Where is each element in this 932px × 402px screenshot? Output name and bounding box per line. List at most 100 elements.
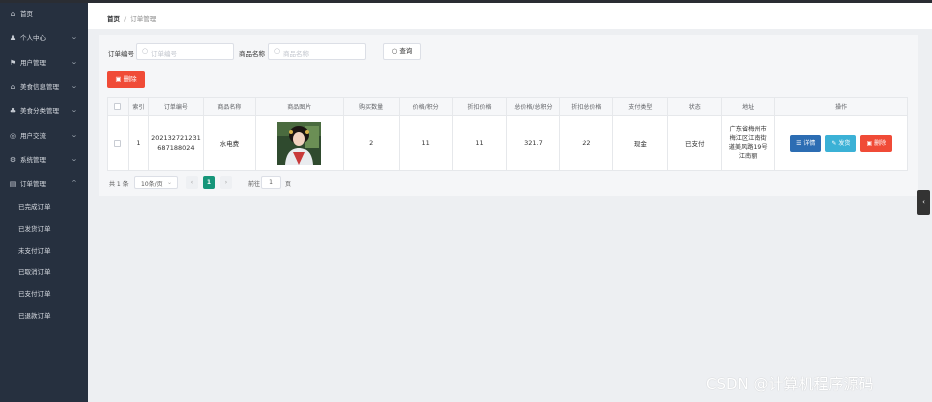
sidebar-item-user-exchange[interactable]: ◎ 用户交流 ⌄	[0, 125, 88, 147]
order-icon: ▤	[9, 180, 17, 188]
order-no-input[interactable]: ○ 订单编号	[136, 43, 234, 60]
sidebar-item-orders[interactable]: ▤ 订单管理 ⌃	[0, 173, 88, 195]
select-all-checkbox[interactable]	[114, 103, 122, 110]
cell-quantity: 2	[342, 115, 400, 171]
column-header: 状态	[667, 97, 723, 116]
sidebar-item-user-management[interactable]: ⚑ 用户管理 ⌄	[0, 52, 88, 74]
food-icon: ⌂	[10, 83, 16, 91]
order-no-line: 687188024	[157, 144, 195, 152]
sidebar-item-home[interactable]: ⌂ 首页	[0, 3, 88, 25]
breadcrumb-home[interactable]: 首页	[107, 15, 120, 23]
breadcrumb-separator: /	[124, 15, 127, 23]
sidebar-item-label: 个人中心	[20, 34, 46, 42]
goto-label: 前往	[248, 181, 261, 188]
chevron-down-icon: ⌄	[70, 131, 78, 139]
trash-icon: ▣	[866, 139, 875, 147]
sidebar-subitem-label: 已退款订单	[18, 312, 51, 320]
settings-icon: ⚙	[9, 156, 17, 164]
sidebar-item-label: 用户交流	[20, 132, 46, 140]
row-delete-button-label: 删除	[874, 139, 887, 147]
sidebar-subitem-label: 已支付订单	[18, 290, 51, 298]
column-header: 总价格/总积分	[506, 97, 561, 116]
sidebar-item-label: 美食分类管理	[20, 107, 59, 115]
search-icon: ○	[142, 47, 149, 55]
cell-product-name: 水电费	[202, 115, 256, 171]
breadcrumb-bar: 首页 / 订单管理	[88, 3, 932, 29]
home-icon: ⌂	[10, 10, 16, 18]
sidebar-item-label: 美食信息管理	[20, 83, 59, 91]
sidebar-item-food-category[interactable]: ♣ 美食分类管理 ⌄	[0, 100, 88, 122]
flag-icon: ⚑	[9, 59, 17, 67]
cell-discount-price: 11	[451, 115, 508, 171]
column-header: 购买数量	[342, 97, 400, 116]
column-header: 价格/积分	[398, 97, 453, 116]
cell-discount-total: 22	[559, 115, 614, 171]
sidebar-subitem-cancelled[interactable]: 已取消订单	[0, 262, 88, 282]
sidebar-subitem-label: 已完成订单	[18, 203, 51, 211]
page-number-current[interactable]: 1	[203, 176, 215, 189]
page-size-value: 10条/页	[141, 181, 163, 188]
page-size-select[interactable]: 10条/页 ⌄	[134, 176, 178, 189]
sidebar-item-food-info[interactable]: ⌂ 美食信息管理 ⌄	[0, 76, 88, 98]
sidebar-subitem-paid[interactable]: 已支付订单	[0, 284, 88, 304]
collapse-tab-button[interactable]: ‹	[917, 190, 930, 215]
column-header: 操作	[774, 97, 908, 116]
chevron-down-icon: ⌄	[70, 58, 78, 66]
chat-icon: ◎	[9, 132, 17, 140]
column-header: 商品名称	[202, 97, 256, 116]
trash-icon: ▣	[115, 75, 124, 83]
sidebar-subitem-refunded[interactable]: 已退款订单	[0, 306, 88, 326]
breadcrumb: 首页 / 订单管理	[107, 13, 156, 23]
chevron-down-icon: ⌄	[70, 82, 78, 90]
column-header: 商品图片	[254, 97, 344, 116]
sidebar-subitem-shipped[interactable]: 已发货订单	[0, 219, 88, 239]
order-no-placeholder: 订单编号	[151, 50, 177, 58]
cell-total: 321.7	[506, 115, 561, 171]
row-checkbox[interactable]	[114, 139, 122, 147]
sidebar-item-label: 系统管理	[20, 156, 46, 164]
sidebar-subitem-label: 已发货订单	[18, 225, 51, 233]
order-panel: 订单编号 ○ 订单编号 商品名称 ○ 商品名称 ○ 查询 ▣ 删除 索引 订单编…	[99, 35, 918, 196]
app-root: ⌂ 首页 ♟ 个人中心 ⌄ ⚑ 用户管理 ⌄ ⌂ 美食信息管理 ⌄ ♣ 美食分类…	[0, 0, 932, 402]
column-header: 折扣总价格	[559, 97, 614, 116]
sidebar-item-personal-center[interactable]: ♟ 个人中心 ⌄	[0, 27, 88, 49]
mouse-cursor-icon	[576, 133, 584, 141]
prev-page-button[interactable]: ‹	[186, 176, 198, 189]
sidebar-subitem-completed[interactable]: 已完成订单	[0, 197, 88, 217]
sidebar-subitem-unpaid[interactable]: 未支付订单	[0, 241, 88, 261]
column-header: 索引	[127, 97, 149, 116]
sidebar-item-system[interactable]: ⚙ 系统管理 ⌄	[0, 149, 88, 171]
pagination-total: 共 1 条	[109, 181, 129, 188]
row-select-cell[interactable]	[107, 115, 129, 171]
goto-page-input[interactable]: 1	[261, 176, 281, 189]
product-name-placeholder: 商品名称	[283, 50, 309, 58]
detail-button-label: 详情	[803, 139, 816, 147]
column-header: 折扣价格	[451, 97, 508, 116]
ship-button-label: 发货	[838, 139, 851, 147]
next-page-button[interactable]: ›	[220, 176, 232, 189]
order-no-line: 202132721231	[151, 134, 201, 142]
order-no-text: 202132721231 687188024	[151, 133, 201, 153]
search-icon: ○	[274, 47, 281, 55]
detail-button[interactable]: ☰ 详情	[790, 134, 822, 152]
query-button[interactable]: ○ 查询	[383, 43, 421, 60]
cell-address: 广东省梅州市梅江区江南街道美风路19号江南丽	[721, 115, 776, 171]
product-name-label: 商品名称	[239, 50, 265, 58]
sidebar: ⌂ 首页 ♟ 个人中心 ⌄ ⚑ 用户管理 ⌄ ⌂ 美食信息管理 ⌄ ♣ 美食分类…	[0, 3, 88, 402]
row-delete-button[interactable]: ▣ 删除	[860, 134, 893, 152]
product-name-input[interactable]: ○ 商品名称	[268, 43, 366, 60]
column-header: 地址	[721, 97, 776, 116]
breadcrumb-current: 订单管理	[130, 15, 157, 23]
select-all-header[interactable]	[107, 97, 129, 116]
ship-button[interactable]: ✎ 发货	[825, 134, 857, 152]
watermark: CSDN @计算机程序源码	[706, 375, 874, 393]
table-row[interactable]: 1 202132721231 687188024 水电费 2 11 11 321…	[107, 115, 908, 171]
delete-button-label: 删除	[123, 75, 137, 83]
sidebar-subitem-label: 已取消订单	[18, 268, 51, 276]
delete-selected-button[interactable]: ▣ 删除	[107, 71, 145, 88]
category-icon: ♣	[9, 107, 17, 115]
order-no-label: 订单编号	[108, 50, 134, 58]
goto-unit: 页	[285, 181, 292, 188]
query-button-label: 查询	[399, 47, 413, 55]
chevron-up-icon: ⌃	[70, 179, 78, 187]
